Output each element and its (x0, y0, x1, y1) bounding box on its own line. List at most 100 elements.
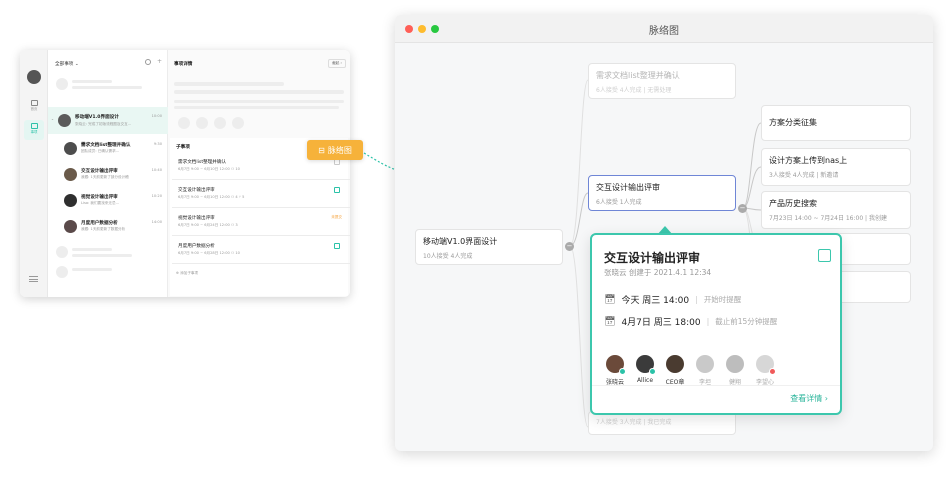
member-name: Allice (636, 377, 654, 384)
app-window: 首页 事项 全部事项 ⌄ + ⌄ 移动端V1.0界面设计 10:00 张晓云: … (20, 50, 350, 297)
rail-item-tasks-label: 事项 (30, 130, 38, 134)
task-avatar (58, 114, 71, 127)
filter-label: 全部事项 (55, 62, 74, 67)
mindmap-node-selected[interactable]: 交互设计输出评审 6人接受 1人完成 (588, 175, 736, 211)
task-title: 视觉设计输出评审 (81, 195, 118, 200)
filter-dropdown[interactable]: 全部事项 ⌄ (55, 61, 79, 67)
task-title: 移动端V1.0界面设计 (75, 115, 119, 120)
mindmap-leaf-node[interactable]: 方案分类征集 (761, 105, 911, 141)
task-sub: 团队成员: 已确认需求... (81, 149, 120, 153)
avatar (606, 355, 626, 375)
subtask-title: 交互设计输出评审 (178, 188, 215, 193)
task-sub: Lisa: 我们要找来无忌... (81, 201, 120, 205)
mindmap-icon: ⊟ (318, 145, 325, 155)
node-title: 交互设计输出评审 (596, 183, 660, 192)
end-reminder: 截止前15分钟提醒 (715, 317, 778, 326)
calendar-icon: 📅︎ (604, 316, 616, 327)
callout-label: 脉络图 (327, 145, 352, 155)
subtask-row[interactable]: 月度用户数据分析 6月7日 9:00 ~ 6月28日 12:00 ⚇ 10 (172, 238, 350, 264)
search-icon[interactable] (145, 59, 151, 65)
task-title: 需求文档list整理并确认 (81, 143, 131, 148)
node-subtitle: 10人接受 4人完成 (423, 253, 473, 260)
view-details-link[interactable]: 查看详情 › (790, 393, 828, 404)
task-item[interactable]: 需求文档list整理并确认 9:30 团队成员: 已确认需求... (48, 136, 168, 162)
avatar (636, 355, 656, 375)
task-detail-panel: 事项详情 截起 › 子事项 需求文档list整理并确认 6月7日 9:00 ~ … (168, 50, 350, 297)
subtask-row[interactable]: 视觉设计输出评审 6月7日 9:00 ~ 6月24日 12:00 ⚇ 3 未提交 (172, 210, 350, 236)
card-creator: 张晓云 创建于 2021.4.1 12:34 (604, 268, 712, 277)
subtask-checkbox[interactable] (334, 243, 340, 249)
member-avatar[interactable]: 张晓云 (602, 355, 628, 386)
start-time-row[interactable]: 📅︎ 今天 周三 14:00 | 开始时提醒 (604, 293, 742, 307)
avatar (696, 355, 714, 373)
user-avatar[interactable] (27, 70, 41, 84)
add-icon[interactable]: + (157, 58, 162, 65)
mindmap-root-node[interactable]: 移动端V1.0界面设计 10人接受 4人完成 (415, 229, 563, 265)
collapse-label: 截起 (332, 61, 340, 65)
collapse-toggle-icon[interactable]: − (565, 242, 574, 251)
member-avatar[interactable]: 李坦 (692, 355, 718, 386)
task-item[interactable]: 交互设计输出评审 10:40 我跟: 1天前更新了部分设计稿 (48, 162, 168, 188)
task-list-panel: 全部事项 ⌄ + ⌄ 移动端V1.0界面设计 10:00 张晓云: 完成了初版流… (48, 50, 168, 297)
node-title: 需求文档list整理并确认 (596, 71, 680, 80)
task-time: 14:00 (151, 220, 162, 224)
task-item[interactable]: 月度用户数据分析 14:00 我跟: 1天前更新了数据分析 (48, 214, 168, 240)
member-avatar[interactable]: Allice (632, 355, 658, 384)
task-time: 10:40 (151, 168, 162, 172)
task-item[interactable]: 视觉设计输出评审 10:20 Lisa: 我们要找来无忌... (48, 188, 168, 214)
avatar (666, 355, 684, 373)
subtask-count: 10 (235, 167, 240, 171)
add-subtask-button[interactable]: ⊕ 添加子事项 (176, 271, 198, 276)
chevron-down-icon: ⌄ (51, 117, 55, 121)
subtask-meta: 6月7日 9:00 ~ 6月10日 12:00 (178, 167, 230, 171)
node-title: 设计方案上传到nas上 (769, 156, 848, 165)
node-title: 移动端V1.0界面设计 (423, 237, 498, 246)
task-avatar (64, 142, 77, 155)
member-avatar[interactable]: 健翔 (722, 355, 748, 386)
member-avatar[interactable]: CEO章 (662, 355, 688, 386)
subtask-count: 3 (235, 223, 238, 227)
node-subtitle: 7月23日 14:00 ~ 7月24日 16:00 | 我创建 (769, 215, 887, 222)
mindmap-leaf-node[interactable]: 产品历史搜索 7月23日 14:00 ~ 7月24日 16:00 | 我创建 (761, 191, 911, 229)
rail-item-home[interactable]: 首页 (26, 100, 42, 111)
start-reminder: 开始时提醒 (703, 295, 742, 304)
chevron-down-icon: ⌄ (74, 62, 79, 67)
task-time: 10:00 (151, 114, 162, 118)
node-subtitle: 6人接受 4人完成 | 无需处理 (596, 87, 672, 94)
subtasks-label: 子事项 (176, 145, 190, 150)
complete-checkbox[interactable] (818, 249, 831, 262)
subtask-title: 月度用户数据分析 (178, 244, 215, 249)
task-time: 9:30 (153, 142, 162, 146)
node-title: 产品历史搜索 (769, 199, 817, 208)
task-title: 交互设计输出评审 (81, 169, 118, 174)
node-title: 方案分类征集 (769, 118, 817, 127)
end-time-row[interactable]: 📅︎ 4月7日 周三 18:00 | 截止前15分钟提醒 (604, 315, 778, 329)
subtask-row[interactable]: 交互设计输出评审 6月7日 9:00 ~ 6月10日 12:00 ⚇ 4 ⑂ 5 (172, 182, 350, 208)
collapse-button[interactable]: 截起 › (328, 59, 346, 68)
start-date: 今天 周三 14:00 (621, 296, 690, 306)
done-badge-icon (649, 368, 656, 375)
done-badge-icon (619, 368, 626, 375)
mindmap-callout[interactable]: ⊟ 脉络图 (307, 140, 363, 160)
subtask-count: 10 (235, 251, 240, 255)
mindmap-node[interactable]: 需求文档list整理并确认 6人接受 4人完成 | 无需处理 (588, 63, 736, 99)
card-divider (592, 385, 840, 386)
member-avatar[interactable]: 李望心 (752, 355, 778, 386)
task-popover-card: 交互设计输出评审 张晓云 创建于 2021.4.1 12:34 📅︎ 今天 周三… (590, 233, 842, 415)
collapse-toggle-icon[interactable]: − (738, 204, 747, 213)
mindmap-leaf-node[interactable]: 设计方案上传到nas上 3人接受 4人完成 | 新邀请 (761, 148, 911, 186)
task-item-selected[interactable]: ⌄ 移动端V1.0界面设计 10:00 张晓云: 完成了初版流程图及交互... (48, 107, 168, 134)
task-sub: 张晓云: 完成了初版流程图及交互... (75, 122, 132, 126)
avatar (726, 355, 744, 373)
menu-icon[interactable] (29, 276, 38, 282)
rail-item-tasks[interactable]: 事项 (24, 120, 44, 140)
subtask-title: 需求文档list整理并确认 (178, 160, 227, 165)
subtask-checkbox[interactable] (334, 187, 340, 193)
node-subtitle: 3人接受 4人完成 | 新邀请 (769, 172, 839, 179)
subtask-count: 4 (235, 195, 238, 199)
rail-item-home-label: 首页 (30, 107, 38, 111)
node-subtitle: 7人接受 3人完成 | 我已完成 (596, 419, 672, 426)
task-time: 10:20 (151, 194, 162, 198)
subtask-section: 子事项 需求文档list整理并确认 6月7日 9:00 ~ 6月10日 12:0… (170, 138, 350, 296)
mindmap-window: 脉络图 移动端V1.0界面设计 10人接受 4人完成 − 需求文档list整理并… (395, 15, 933, 451)
